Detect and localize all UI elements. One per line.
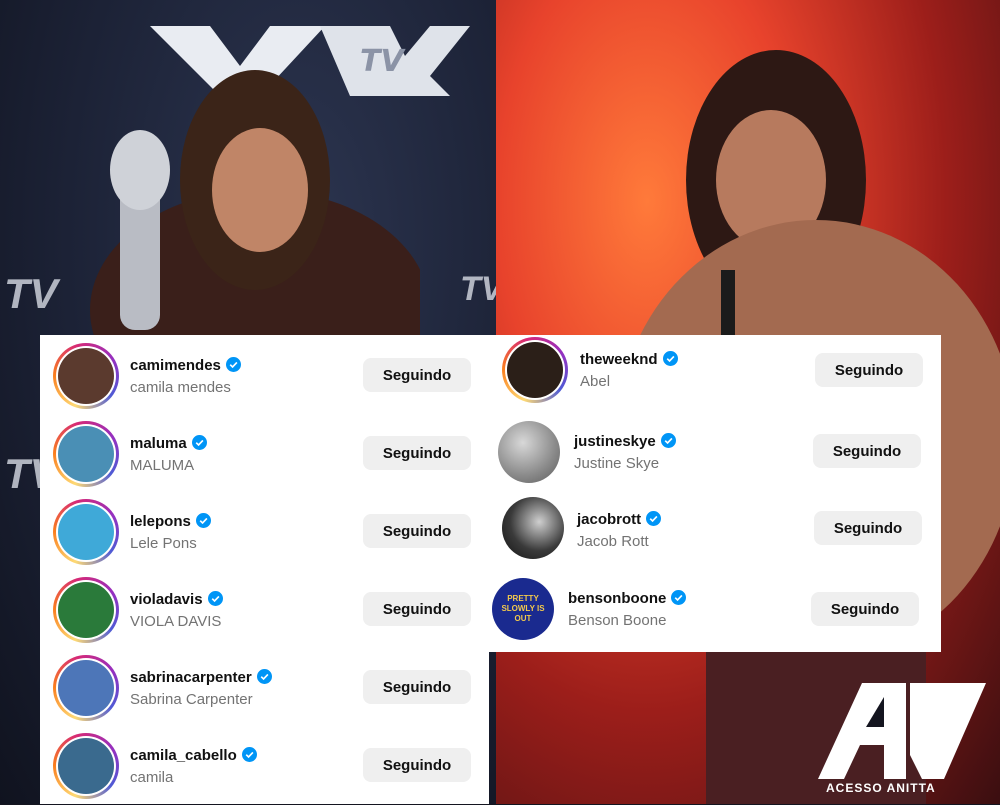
verified-badge-icon — [660, 433, 676, 448]
avatar-camila-cabello — [58, 738, 114, 794]
following-row-lelepons[interactable]: lelepons Lele Pons Seguindo — [40, 493, 489, 571]
username: theweeknd — [580, 351, 658, 368]
woman-with-trophy — [90, 70, 420, 350]
following-list-right: theweeknd Abel Seguindo justineskye Just… — [489, 335, 941, 652]
username: maluma — [130, 435, 187, 452]
full-name: Jacob Rott — [577, 533, 649, 550]
verified-badge-icon — [191, 435, 207, 450]
following-button[interactable]: Seguindo — [813, 434, 921, 468]
following-button[interactable]: Seguindo — [814, 511, 922, 545]
following-button[interactable]: Seguindo — [363, 670, 471, 704]
verified-badge-icon — [225, 357, 241, 372]
following-row-maluma[interactable]: maluma MALUMA Seguindo — [40, 415, 489, 493]
following-row-jacobrott[interactable]: jacobrott Jacob Rott Seguindo — [489, 495, 941, 573]
full-name: Sabrina Carpenter — [130, 691, 253, 708]
full-name: Justine Skye — [574, 455, 660, 472]
following-button[interactable]: Seguindo — [363, 748, 471, 782]
verified-badge-icon — [662, 351, 678, 366]
following-button[interactable]: Seguindo — [363, 592, 471, 626]
brand-name: ACESSO ANITTA — [826, 781, 936, 795]
avatar-text: PRETTY SLOWLY IS OUT — [492, 578, 554, 640]
following-row-sabrinacarpenter[interactable]: sabrinacarpenter Sabrina Carpenter Segui… — [40, 649, 489, 727]
username: sabrinacarpenter — [130, 669, 252, 686]
avatar-theweeknd — [507, 342, 563, 398]
avatar-sabrinacarpenter — [58, 660, 114, 716]
username: camimendes — [130, 357, 221, 374]
full-name: camila — [130, 769, 174, 786]
story-ring — [53, 343, 119, 409]
username: camila_cabello — [130, 747, 237, 764]
following-button[interactable]: Seguindo — [363, 514, 471, 548]
full-name: MALUMA — [130, 457, 195, 474]
verified-badge-icon — [256, 669, 272, 684]
avatar-bensonboone: PRETTY SLOWLY IS OUT — [492, 578, 554, 640]
side-tv-logo: TV — [4, 270, 58, 317]
following-button[interactable]: Seguindo — [811, 592, 919, 626]
verified-badge-icon — [646, 511, 662, 526]
full-name: camila mendes — [130, 379, 231, 396]
verified-badge-icon — [241, 747, 257, 762]
verified-badge-icon — [195, 513, 211, 528]
verified-badge-icon — [671, 590, 687, 605]
side-tv-logo: TV — [460, 270, 496, 308]
story-ring — [53, 499, 119, 565]
following-button[interactable]: Seguindo — [363, 436, 471, 470]
story-ring — [502, 337, 568, 403]
avatar-camimendes — [58, 348, 114, 404]
username: violadavis — [130, 591, 203, 608]
story-ring — [53, 577, 119, 643]
avatar-jacobrott — [502, 497, 564, 559]
username: lelepons — [130, 513, 191, 530]
following-row-theweeknd[interactable]: theweeknd Abel Seguindo — [489, 335, 941, 413]
following-row-violadavis[interactable]: violadavis VIOLA DAVIS Seguindo — [40, 571, 489, 649]
avatar-maluma — [58, 426, 114, 482]
following-list-left: camimendes camila mendes Seguindo maluma… — [40, 335, 489, 804]
full-name: Abel — [580, 373, 611, 390]
following-button[interactable]: Seguindo — [363, 358, 471, 392]
full-name: VIOLA DAVIS — [130, 613, 222, 630]
username: justineskye — [574, 433, 656, 450]
full-name: Benson Boone — [568, 612, 667, 629]
verified-badge-icon — [207, 591, 223, 606]
following-row-camila-cabello[interactable]: camila_cabello camila Seguindo — [40, 727, 489, 805]
avatar-lelepons — [58, 504, 114, 560]
following-row-bensonboone[interactable]: PRETTY SLOWLY IS OUT bensonboone Benson … — [489, 575, 941, 653]
full-name: Lele Pons — [130, 535, 197, 552]
following-row-justineskye[interactable]: justineskye Justine Skye Seguindo — [489, 417, 941, 495]
story-ring — [53, 733, 119, 799]
avatar-justineskye — [498, 421, 560, 483]
username: jacobrott — [577, 511, 642, 528]
following-row-camimendes[interactable]: camimendes camila mendes Seguindo — [40, 337, 489, 415]
avatar-violadavis — [58, 582, 114, 638]
following-button[interactable]: Seguindo — [815, 353, 923, 387]
story-ring — [53, 421, 119, 487]
story-ring — [53, 655, 119, 721]
username: bensonboone — [568, 590, 667, 607]
